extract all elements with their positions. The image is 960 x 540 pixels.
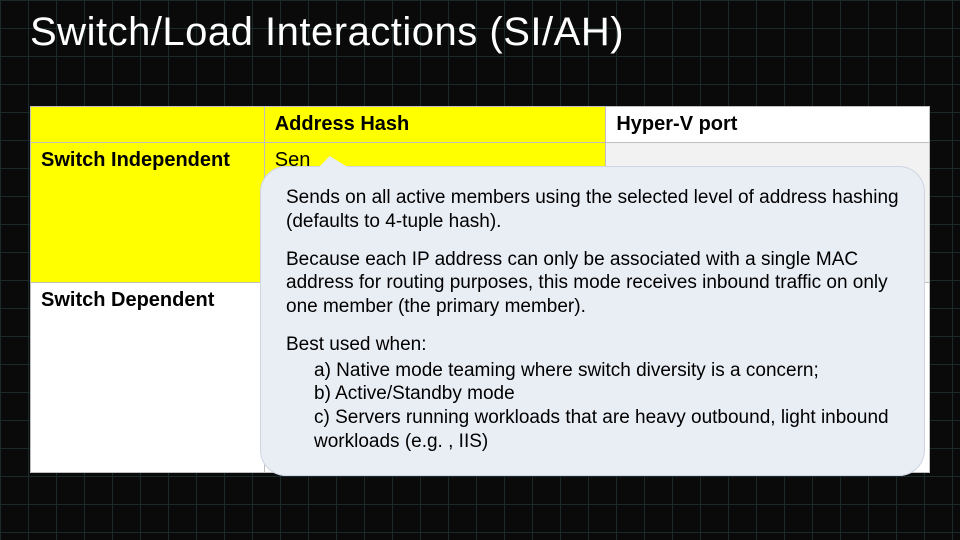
callout-opt-b: b) Active/Standby mode xyxy=(286,382,899,406)
callout-best-label: Best used when: xyxy=(286,333,899,357)
callout-opt-a: a) Native mode teaming where switch dive… xyxy=(286,359,899,383)
callout-p2: Because each IP address can only be asso… xyxy=(286,248,899,319)
header-hyperv-port: Hyper-V port xyxy=(606,107,930,143)
header-blank xyxy=(31,107,265,143)
slide-title: Switch/Load Interactions (SI/AH) xyxy=(30,10,624,55)
table-header-row: Address Hash Hyper-V port xyxy=(31,107,930,143)
callout-p1: Sends on all active members using the se… xyxy=(286,186,899,234)
row-label-sd: Switch Dependent xyxy=(31,283,265,473)
row-label-si: Switch Independent xyxy=(31,143,265,283)
callout-bubble: Sends on all active members using the se… xyxy=(260,166,925,476)
callout-opt-c: c) Servers running workloads that are he… xyxy=(286,406,899,454)
header-address-hash: Address Hash xyxy=(264,107,606,143)
